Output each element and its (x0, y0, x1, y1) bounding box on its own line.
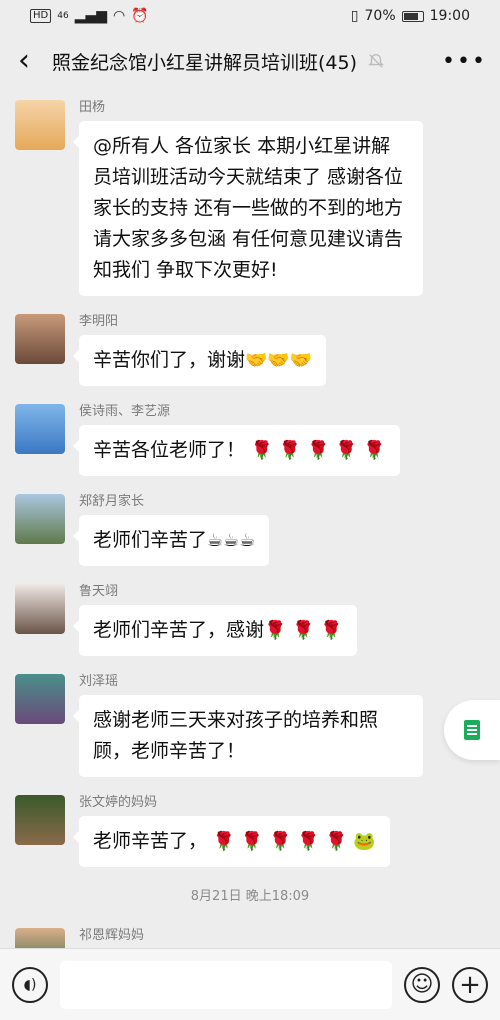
message-text: 老师们辛苦了 (93, 529, 208, 551)
message-item: 张文婷的妈妈 老师辛苦了， 🌹 🌹 🌹 🌹 🌹 🐸 (0, 795, 500, 867)
message-bubble[interactable]: 老师辛苦了， 🌹 🌹 🌹 🌹 🌹 🐸 (73, 816, 390, 867)
handshake-emoji: 🤝🤝🤝 (245, 350, 313, 371)
bell-muted-icon (368, 54, 384, 68)
signal-label: 46 (57, 11, 69, 21)
message-item: 刘泽瑶 感谢老师三天来对孩子的培养和照顾，老师辛苦了！ (0, 674, 500, 777)
plus-icon: + (459, 969, 481, 1000)
message-bubble[interactable]: @所有人 各位家长 本期小红星讲解员培训班活动今天就结束了 感谢各位家长的支持 … (73, 121, 423, 296)
wifi-icon: ◠ (113, 8, 126, 24)
avatar[interactable] (15, 314, 65, 364)
message-bubble[interactable]: 辛苦你们了，谢谢🤝🤝🤝 (72, 335, 327, 386)
message-input[interactable] (60, 960, 392, 1009)
time-separator: 8月21日 晚上18:09 (190, 889, 310, 904)
voice-button[interactable]: ◖) (12, 966, 48, 1003)
avatar[interactable] (15, 100, 65, 150)
back-chevron-icon[interactable]: ‹ (18, 46, 52, 76)
message-text: @所有人 各位家长 本期小红星讲解员培训班活动今天就结束了 感谢各位家长的支持 … (93, 135, 404, 281)
emoji-button[interactable]: ☺ (404, 966, 440, 1003)
avatar[interactable] (15, 494, 65, 544)
avatar[interactable] (15, 674, 65, 724)
message-text: 感谢老师三天来对孩子的培养和照顾，老师辛苦了！ (93, 709, 379, 762)
more-actions-button[interactable]: + (452, 966, 488, 1003)
status-right: ▯ 70% 19:00 (351, 8, 470, 24)
status-left: HD 46 ▂▄▆ ◠ ⏰ (30, 8, 149, 24)
message-text: 老师们辛苦了，感谢 (93, 619, 265, 641)
message-item: 鲁天翊 老师们辛苦了，感谢🌹 🌹 🌹 (0, 584, 500, 656)
message-item: 祁恩辉妈妈 (0, 928, 500, 948)
battery-icon (401, 10, 424, 22)
coffee-emoji: ☕☕☕ (207, 530, 256, 551)
sender-name: 祁恩辉妈妈 (79, 928, 145, 943)
message-bubble[interactable]: 老师们辛苦了，感谢🌹 🌹 🌹 (73, 605, 357, 656)
sender-name: 郑舒月家长 (79, 494, 145, 509)
floating-document-button[interactable] (444, 700, 500, 760)
document-icon (464, 720, 480, 740)
message-list[interactable]: 田杨 @所有人 各位家长 本期小红星讲解员培训班活动今天就结束了 感谢各位家长的… (0, 100, 500, 948)
sender-name: 鲁天翊 (79, 584, 119, 599)
message-item: 田杨 @所有人 各位家长 本期小红星讲解员培训班活动今天就结束了 感谢各位家长的… (0, 100, 500, 296)
message-text: 辛苦各位老师了！ (93, 439, 246, 461)
avatar[interactable] (15, 584, 65, 634)
message-item: 郑舒月家长 老师们辛苦了☕☕☕ (0, 494, 500, 566)
rose-emoji: 🌹 🌹 🌹 (264, 620, 343, 641)
status-bar: HD 46 ▂▄▆ ◠ ⏰ ▯ 70% 19:00 (0, 0, 500, 32)
sender-name: 田杨 (79, 100, 106, 115)
message-text: 辛苦你们了，谢谢 (93, 349, 246, 371)
more-dots-icon[interactable]: ••• (442, 49, 485, 74)
chat-title-wrap: 照金纪念馆小红星讲解员培训班(45) (52, 48, 442, 75)
sender-name: 张文婷的妈妈 (79, 795, 158, 810)
chat-title: 照金纪念馆小红星讲解员培训班(45) (52, 51, 358, 74)
message-item: 李明阳 辛苦你们了，谢谢🤝🤝🤝 (0, 314, 500, 386)
chat-header: ‹ 照金纪念馆小红星讲解员培训班(45) ••• (0, 32, 500, 90)
message-bubble[interactable]: 感谢老师三天来对孩子的培养和照顾，老师辛苦了！ (73, 695, 423, 777)
rose-emoji: 🌹 🌹 🌹 🌹 🌹 (245, 440, 386, 461)
smiley-icon: ☺ (410, 972, 434, 997)
avatar[interactable] (15, 404, 65, 454)
hd-badge: HD (30, 9, 52, 23)
message-bubble[interactable]: 老师们辛苦了☕☕☕ (72, 515, 270, 566)
battery-fill (403, 12, 418, 20)
sender-name: 侯诗雨、李艺源 (79, 404, 171, 419)
signal-icon: ▂▄▆ (74, 8, 107, 24)
avatar[interactable] (15, 795, 65, 845)
message-item: 侯诗雨、李艺源 辛苦各位老师了！ 🌹 🌹 🌹 🌹 🌹 (0, 404, 500, 476)
message-bubble[interactable]: 辛苦各位老师了！ 🌹 🌹 🌹 🌹 🌹 (73, 425, 400, 476)
voice-icon: ◖) (23, 976, 37, 993)
rose-emoji: 🌹 🌹 🌹 🌹 🌹 🐸 (207, 831, 376, 852)
vibrate-icon: ▯ (350, 8, 359, 24)
sender-name: 刘泽瑶 (79, 674, 119, 689)
battery-percent: 70% (364, 8, 396, 24)
clock: 19:00 (429, 8, 470, 24)
input-bar: ◖) ☺ + (0, 948, 500, 1020)
avatar[interactable] (15, 928, 65, 948)
alarm-icon: ⏰ (131, 8, 149, 24)
message-text: 老师辛苦了， (93, 830, 208, 852)
sender-name: 李明阳 (79, 314, 119, 329)
